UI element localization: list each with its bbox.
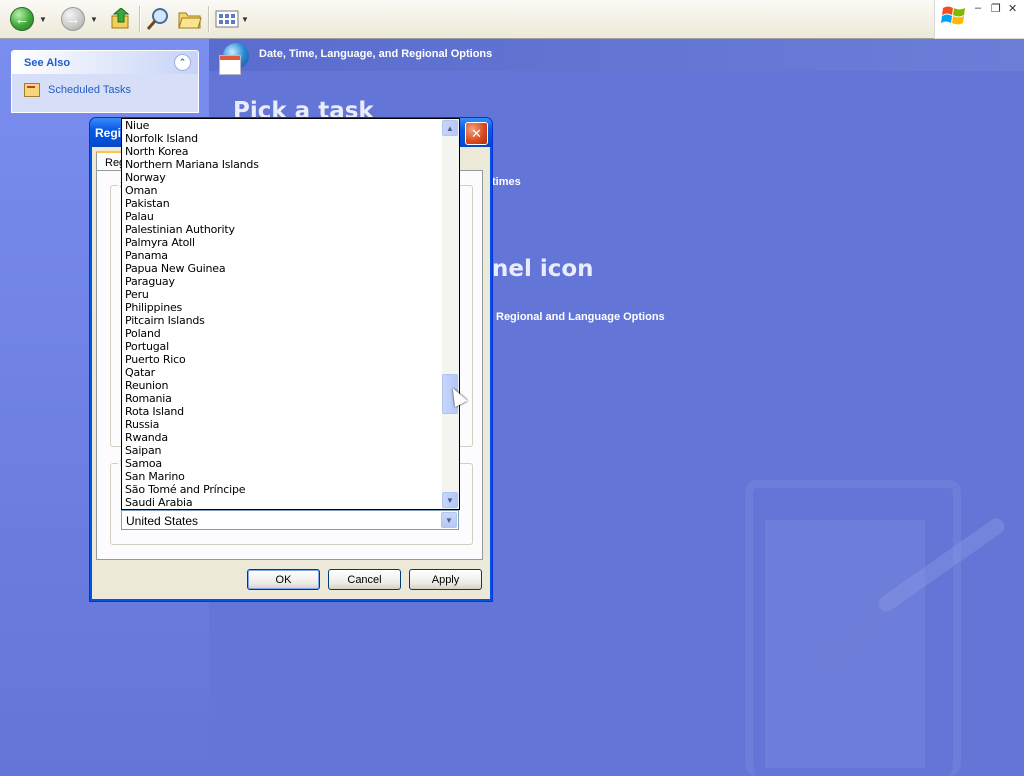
- scheduled-tasks-icon: [24, 83, 40, 97]
- dropdown-item[interactable]: Palmyra Atoll: [122, 236, 443, 249]
- windows-logo-area: – ❐ ✕: [934, 0, 1024, 39]
- forward-button[interactable]: → ▼: [61, 6, 98, 32]
- forward-arrow-icon: →: [61, 7, 85, 31]
- dropdown-item[interactable]: Rwanda: [122, 431, 443, 444]
- toolbar-separator: [139, 6, 141, 32]
- cancel-button[interactable]: Cancel: [328, 569, 401, 590]
- toolbar: ← ▼ → ▼ ▼: [0, 0, 934, 39]
- location-selected-value: United States: [126, 514, 199, 528]
- collapse-chevron-icon[interactable]: ⌃: [174, 54, 191, 71]
- category-title: Date, Time, Language, and Regional Optio…: [259, 48, 493, 60]
- back-arrow-icon: ←: [10, 7, 34, 31]
- task-link-partial[interactable]: times: [492, 176, 521, 188]
- back-dropdown-icon[interactable]: ▼: [39, 15, 47, 24]
- dropdown-item[interactable]: Russia: [122, 418, 443, 431]
- see-also-panel: See Also ⌃ Scheduled Tasks: [11, 50, 199, 113]
- calendar-icon: [219, 55, 241, 75]
- location-select[interactable]: United States ▼: [121, 510, 459, 530]
- dropdown-item[interactable]: São Tomé and Príncipe: [122, 483, 443, 496]
- back-button[interactable]: ← ▼: [10, 6, 47, 32]
- dropdown-item[interactable]: Samoa: [122, 457, 443, 470]
- see-also-item-label: Scheduled Tasks: [48, 84, 131, 96]
- up-button[interactable]: [110, 6, 132, 32]
- views-icon: [215, 10, 239, 28]
- see-also-title: See Also: [24, 57, 71, 69]
- location-dropdown-list[interactable]: Niue Norfolk Island North Korea Northern Ma…: [121, 118, 460, 510]
- see-also-item-scheduled-tasks[interactable]: Scheduled Tasks: [24, 83, 131, 97]
- chevron-down-icon[interactable]: ▼: [441, 512, 457, 528]
- dropdown-item[interactable]: Norway: [122, 171, 443, 184]
- apply-button[interactable]: Apply: [409, 569, 482, 590]
- dropdown-item[interactable]: Pitcairn Islands: [122, 314, 443, 327]
- dropdown-item[interactable]: Reunion: [122, 379, 443, 392]
- close-icon[interactable]: ✕: [1008, 2, 1017, 15]
- dropdown-item[interactable]: Pakistan: [122, 197, 443, 210]
- views-button[interactable]: ▼: [215, 6, 249, 32]
- dropdown-item[interactable]: North Korea: [122, 145, 443, 158]
- views-dropdown-icon[interactable]: ▼: [241, 15, 249, 24]
- dialog-title: Regi: [95, 126, 122, 140]
- scroll-up-icon[interactable]: ▲: [442, 120, 458, 136]
- category-banner: Date, Time, Language, and Regional Optio…: [209, 39, 1024, 75]
- dropdown-item[interactable]: Saipan: [122, 444, 443, 457]
- dropdown-item[interactable]: Palestinian Authority: [122, 223, 443, 236]
- control-panel-heading: nel icon: [492, 256, 594, 282]
- dropdown-item[interactable]: Norfolk Island: [122, 132, 443, 145]
- scroll-down-icon[interactable]: ▼: [442, 492, 458, 508]
- dropdown-item[interactable]: Philippines: [122, 301, 443, 314]
- toolbar-separator: [208, 6, 210, 32]
- regional-options-link[interactable]: Regional and Language Options: [496, 311, 665, 323]
- dropdown-items: Niue Norfolk Island North Korea Northern Ma…: [122, 119, 443, 509]
- dropdown-item[interactable]: Palau: [122, 210, 443, 223]
- dropdown-item[interactable]: Peru: [122, 288, 443, 301]
- dropdown-item[interactable]: Northern Mariana Islands: [122, 158, 443, 171]
- dialog-close-button[interactable]: ✕: [465, 122, 488, 145]
- dropdown-item[interactable]: Papua New Guinea: [122, 262, 443, 275]
- dropdown-item[interactable]: Romania: [122, 392, 443, 405]
- dropdown-item[interactable]: Saudi Arabia: [122, 496, 443, 509]
- search-icon: [146, 8, 168, 30]
- dropdown-item[interactable]: Rota Island: [122, 405, 443, 418]
- dropdown-item[interactable]: Oman: [122, 184, 443, 197]
- dropdown-item[interactable]: Portugal: [122, 340, 443, 353]
- windows-logo-icon: [941, 6, 965, 25]
- dropdown-scrollbar[interactable]: ▲ ▼: [442, 119, 459, 509]
- dropdown-item[interactable]: Paraguay: [122, 275, 443, 288]
- search-button[interactable]: [146, 6, 170, 32]
- dropdown-item[interactable]: Qatar: [122, 366, 443, 379]
- dropdown-item[interactable]: Niue: [122, 119, 443, 132]
- see-also-header[interactable]: See Also ⌃: [12, 51, 198, 74]
- dropdown-item[interactable]: San Marino: [122, 470, 443, 483]
- dropdown-item[interactable]: Panama: [122, 249, 443, 262]
- minimize-icon[interactable]: –: [975, 2, 981, 14]
- folders-icon: [178, 12, 202, 29]
- dropdown-item[interactable]: Puerto Rico: [122, 353, 443, 366]
- folders-button[interactable]: [178, 6, 202, 32]
- restore-icon[interactable]: ❐: [991, 2, 1001, 15]
- up-folder-icon: [111, 8, 130, 29]
- dropdown-item[interactable]: Poland: [122, 327, 443, 340]
- ok-button[interactable]: OK: [247, 569, 320, 590]
- forward-dropdown-icon[interactable]: ▼: [90, 15, 98, 24]
